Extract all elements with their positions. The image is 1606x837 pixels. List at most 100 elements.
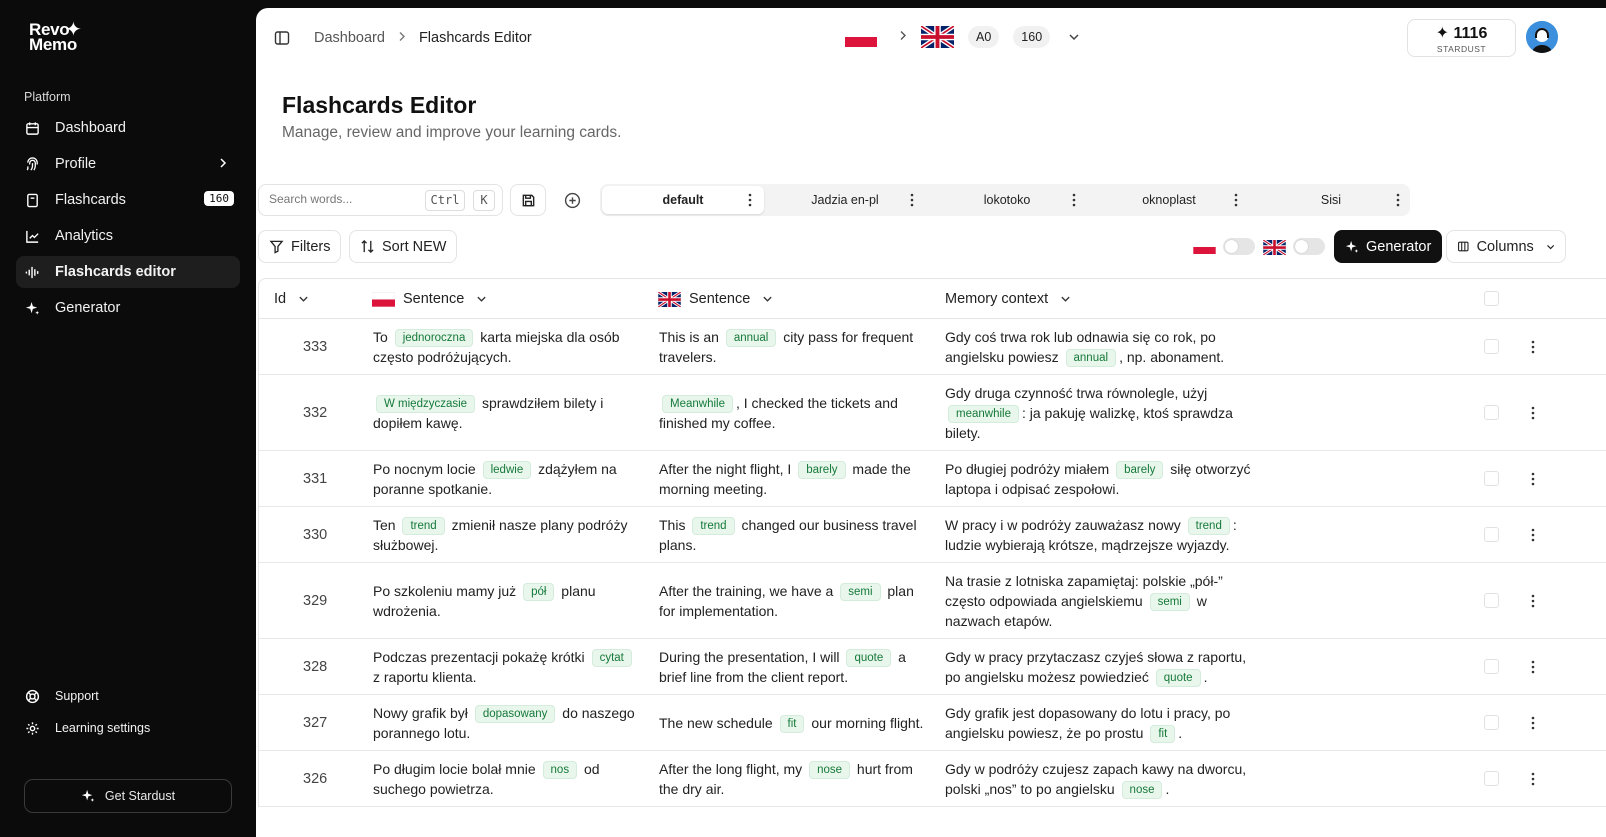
column-header-english-sentence[interactable]: Sentence bbox=[658, 291, 773, 307]
memory-context-cell[interactable]: Na trasie z lotniska zapamiętaj: polskie… bbox=[945, 571, 1261, 631]
english-sentence-cell[interactable]: After the training, we have a semi plan … bbox=[659, 581, 929, 621]
table-row[interactable]: 329 Po szkoleniu mamy już pół planu wdroż… bbox=[259, 563, 1606, 639]
english-sentence-cell[interactable]: This is an annual city pass for frequent… bbox=[659, 327, 929, 367]
more-vertical-icon[interactable] bbox=[1531, 528, 1535, 547]
highlighted-word[interactable]: W międzyczasie bbox=[376, 395, 476, 413]
highlighted-word[interactable]: meanwhile bbox=[948, 405, 1019, 423]
more-vertical-icon[interactable] bbox=[910, 193, 914, 210]
english-sentence-cell[interactable]: The new schedule fit our morning flight. bbox=[659, 713, 929, 733]
sidebar-item-support[interactable]: Support bbox=[16, 682, 240, 710]
more-vertical-icon[interactable] bbox=[1072, 193, 1076, 210]
highlighted-word[interactable]: dopasowany bbox=[474, 705, 556, 723]
highlighted-word[interactable]: trend bbox=[692, 517, 735, 535]
highlighted-word[interactable]: quote bbox=[1155, 669, 1201, 687]
table-row[interactable]: 333 To jednoroczna karta miejska dla osób… bbox=[259, 319, 1606, 375]
english-sentence-cell[interactable]: After the night flight, I barely made th… bbox=[659, 459, 929, 499]
polish-sentence-cell[interactable]: W międzyczasie sprawdziłem bilety i dopi… bbox=[373, 393, 643, 433]
polish-sentence-cell[interactable]: Po szkoleniu mamy już pół planu wdrożeni… bbox=[373, 581, 643, 621]
memory-context-cell[interactable]: Gdy grafik jest dopasowany do lotu i pra… bbox=[945, 703, 1261, 743]
language-selector[interactable]: A0 160 bbox=[845, 26, 1080, 48]
table-row[interactable]: 327 Nowy grafik był dopasowany do naszego… bbox=[259, 695, 1606, 751]
highlighted-word[interactable]: fit bbox=[1150, 725, 1176, 743]
sidebar-item-learning-settings[interactable]: Learning settings bbox=[16, 714, 240, 742]
sidebar-item-flashcards[interactable]: Flashcards 160 bbox=[16, 184, 240, 216]
more-vertical-icon[interactable] bbox=[1531, 716, 1535, 735]
tab-lokotoko[interactable]: lokotoko bbox=[926, 186, 1088, 214]
english-sentence-cell[interactable]: This trend changed our business travel p… bbox=[659, 515, 929, 555]
memory-context-cell[interactable]: Gdy coś trwa rok lub odnawia się co rok,… bbox=[945, 327, 1261, 367]
memory-context-cell[interactable]: W pracy i w podróży zauważasz nowy trend… bbox=[945, 515, 1261, 555]
more-vertical-icon[interactable] bbox=[748, 193, 752, 210]
highlighted-word[interactable]: semi bbox=[840, 583, 881, 601]
highlighted-word[interactable]: nose bbox=[809, 761, 851, 779]
highlighted-word[interactable]: barely bbox=[1116, 461, 1164, 479]
stardust-balance[interactable]: ✦ 1116 STARDUST bbox=[1407, 19, 1516, 57]
memory-context-cell[interactable]: Gdy w podróży czujesz zapach kawy na dwo… bbox=[945, 759, 1261, 799]
table-row[interactable]: 326 Po długim locie bolał mnie nos od suc… bbox=[259, 751, 1606, 807]
column-header-polish-sentence[interactable]: Sentence bbox=[372, 291, 487, 307]
breadcrumb-dashboard[interactable]: Dashboard bbox=[314, 30, 385, 46]
highlighted-word[interactable]: trend bbox=[402, 517, 445, 535]
more-vertical-icon[interactable] bbox=[1531, 594, 1535, 613]
more-vertical-icon[interactable] bbox=[1531, 660, 1535, 679]
filters-button[interactable]: Filters bbox=[258, 230, 342, 263]
tab-default[interactable]: default bbox=[602, 186, 764, 214]
columns-button[interactable]: Columns bbox=[1446, 230, 1566, 263]
highlighted-word[interactable]: Meanwhile bbox=[662, 395, 733, 413]
polish-sentence-cell[interactable]: To jednoroczna karta miejska dla osób cz… bbox=[373, 327, 643, 367]
highlighted-word[interactable]: barely bbox=[798, 461, 846, 479]
get-stardust-button[interactable]: Get Stardust bbox=[24, 779, 232, 813]
highlighted-word[interactable]: fit bbox=[779, 715, 805, 733]
generator-button[interactable]: Generator bbox=[1334, 230, 1443, 263]
avatar[interactable] bbox=[1526, 21, 1558, 53]
chevron-down-icon[interactable] bbox=[1068, 28, 1080, 46]
more-vertical-icon[interactable] bbox=[1531, 772, 1535, 791]
english-sentence-cell[interactable]: Meanwhile, I checked the tickets and fin… bbox=[659, 393, 929, 433]
sidebar-item-dashboard[interactable]: Dashboard bbox=[16, 112, 240, 144]
highlighted-word[interactable]: trend bbox=[1187, 517, 1230, 535]
sidebar-item-generator[interactable]: Generator bbox=[16, 292, 240, 324]
more-vertical-icon[interactable] bbox=[1531, 472, 1535, 491]
highlighted-word[interactable]: cytat bbox=[591, 649, 632, 667]
polish-sentence-cell[interactable]: Po długim locie bolał mnie nos od sucheg… bbox=[373, 759, 643, 799]
row-checkbox[interactable] bbox=[1484, 405, 1499, 420]
memory-context-cell[interactable]: Po długiej podróży miałem barely siłę ot… bbox=[945, 459, 1261, 499]
sidebar-item-analytics[interactable]: Analytics bbox=[16, 220, 240, 252]
polish-sentence-cell[interactable]: Nowy grafik był dopasowany do naszego po… bbox=[373, 703, 643, 743]
row-checkbox[interactable] bbox=[1484, 659, 1499, 674]
highlighted-word[interactable]: quote bbox=[846, 649, 892, 667]
logo[interactable]: Revo Memo ✦ bbox=[29, 20, 99, 58]
row-checkbox[interactable] bbox=[1484, 339, 1499, 354]
sidebar-item-flashcards-editor[interactable]: Flashcards editor bbox=[16, 256, 240, 288]
tab-sisi[interactable]: Sisi bbox=[1250, 186, 1412, 214]
english-sentence-cell[interactable]: During the presentation, I will quote a … bbox=[659, 647, 929, 687]
more-vertical-icon[interactable] bbox=[1531, 340, 1535, 359]
highlighted-word[interactable]: ledwie bbox=[482, 461, 532, 479]
table-row[interactable]: 332 W międzyczasie sprawdziłem bilety i d… bbox=[259, 375, 1606, 451]
table-row[interactable]: 331 Po nocnym locie ledwie zdążyłem na po… bbox=[259, 451, 1606, 507]
english-sentence-cell[interactable]: After the long flight, my nose hurt from… bbox=[659, 759, 929, 799]
row-checkbox[interactable] bbox=[1484, 471, 1499, 486]
sidebar-toggle-icon[interactable] bbox=[274, 30, 290, 51]
highlighted-word[interactable]: annual bbox=[725, 329, 777, 347]
table-row[interactable]: 330 Ten trend zmienił nasze plany podróży… bbox=[259, 507, 1606, 563]
save-button[interactable] bbox=[510, 184, 546, 216]
highlighted-word[interactable]: annual bbox=[1065, 349, 1117, 367]
row-checkbox[interactable] bbox=[1484, 771, 1499, 786]
polish-sentence-cell[interactable]: Ten trend zmienił nasze plany podróży sł… bbox=[373, 515, 643, 555]
sidebar-item-profile[interactable]: Profile bbox=[16, 148, 240, 180]
polish-sentence-cell[interactable]: Podczas prezentacji pokażę krótki cytat … bbox=[373, 647, 643, 687]
highlighted-word[interactable]: nose bbox=[1121, 781, 1163, 799]
row-checkbox[interactable] bbox=[1484, 593, 1499, 608]
highlighted-word[interactable]: semi bbox=[1149, 593, 1190, 611]
more-vertical-icon[interactable] bbox=[1234, 193, 1238, 210]
highlighted-word[interactable]: nos bbox=[542, 761, 578, 779]
memory-context-cell[interactable]: Gdy druga czynność trwa równolegle, użyj… bbox=[945, 383, 1261, 443]
highlighted-word[interactable]: pół bbox=[523, 583, 555, 601]
polish-column-toggle[interactable] bbox=[1223, 238, 1255, 255]
polish-sentence-cell[interactable]: Po nocnym locie ledwie zdążyłem na poran… bbox=[373, 459, 643, 499]
table-row[interactable]: 328 Podczas prezentacji pokażę krótki cyt… bbox=[259, 639, 1606, 695]
more-vertical-icon[interactable] bbox=[1531, 406, 1535, 425]
highlighted-word[interactable]: jednoroczna bbox=[394, 329, 474, 347]
sort-button[interactable]: Sort NEW bbox=[349, 230, 458, 263]
